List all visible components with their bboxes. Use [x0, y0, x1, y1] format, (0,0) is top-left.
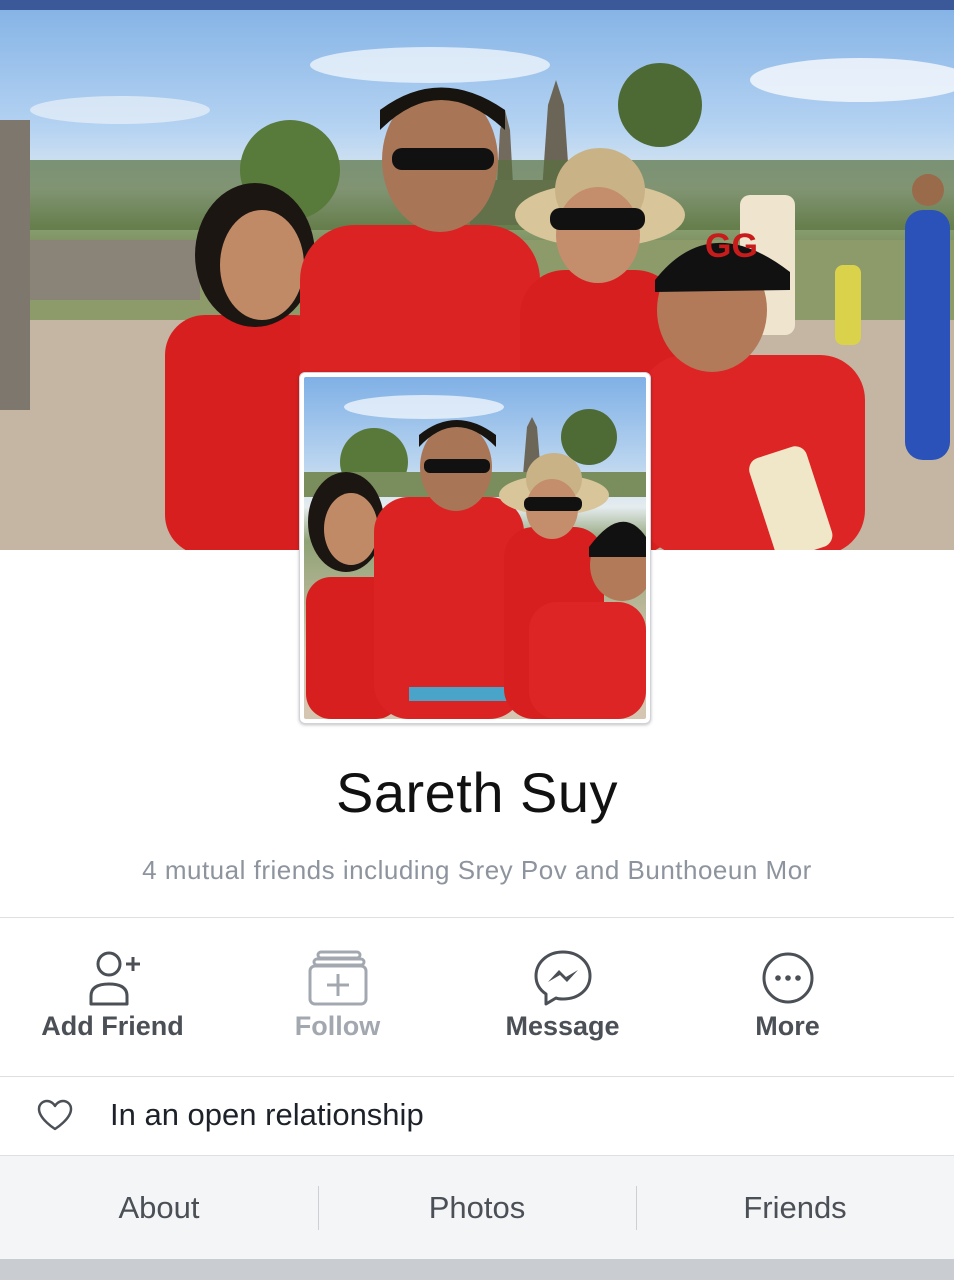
more-icon: [762, 952, 813, 1004]
add-friend-button[interactable]: Add Friend: [0, 918, 225, 1076]
profile-tabs: About Photos Friends: [0, 1155, 954, 1260]
relationship-status[interactable]: In an open relationship: [0, 1078, 954, 1154]
messenger-icon: [534, 950, 591, 1006]
bottom-separator: [0, 1259, 954, 1280]
message-button[interactable]: Message: [450, 918, 675, 1076]
add-friend-icon: [89, 951, 140, 1006]
profile-actions: Add Friend Follow Message More: [0, 918, 954, 1076]
tab-about[interactable]: About: [0, 1156, 318, 1260]
heart-icon: [37, 1099, 73, 1131]
relationship-text: In an open relationship: [110, 1097, 424, 1132]
profile-picture[interactable]: [299, 372, 651, 724]
mutual-friends-text[interactable]: 4 mutual friends including Srey Pov and …: [0, 855, 954, 886]
follow-icon: [308, 950, 367, 1006]
tab-friends[interactable]: Friends: [636, 1156, 954, 1260]
more-label: More: [755, 1011, 820, 1041]
profile-name: Sareth Suy: [335, 761, 619, 824]
top-nav-bar: [0, 0, 954, 10]
divider: [0, 1076, 954, 1077]
add-friend-label: Add Friend: [41, 1011, 184, 1041]
message-label: Message: [505, 1011, 620, 1041]
more-button[interactable]: More: [675, 918, 900, 1076]
follow-label: Follow: [294, 1011, 381, 1041]
follow-button[interactable]: Follow: [225, 918, 450, 1076]
svg-text:GG: GG: [705, 227, 758, 265]
profile-photo-scene: [304, 395, 646, 719]
tab-photos[interactable]: Photos: [318, 1156, 636, 1260]
